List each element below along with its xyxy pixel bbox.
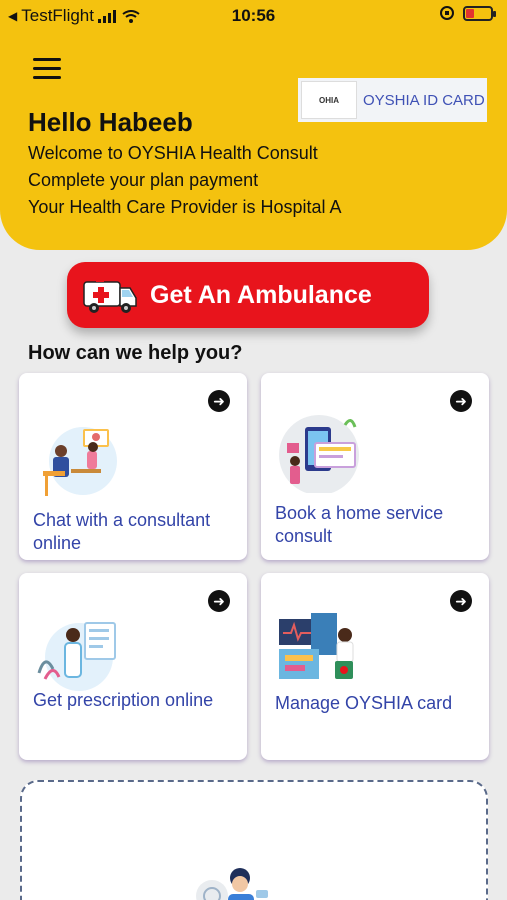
service-label: Manage OYSHIA card bbox=[275, 693, 453, 713]
service-card-manage-card[interactable]: ➜ Manage OYSHIA card bbox=[261, 573, 489, 760]
ambulance-icon bbox=[83, 277, 137, 313]
clock: 10:56 bbox=[231, 6, 276, 25]
manage-card-illustration bbox=[279, 613, 354, 679]
hamburger-menu-icon[interactable] bbox=[33, 58, 61, 80]
greeting: Hello Habeeb bbox=[28, 107, 193, 137]
service-card-home-service[interactable]: ➜ Book a home service consult bbox=[261, 373, 489, 560]
id-card-button[interactable]: OHIA OYSHIA ID CARD bbox=[298, 78, 487, 122]
promo-panel bbox=[20, 780, 488, 900]
arrow-right-icon: ➜ bbox=[208, 390, 230, 412]
orientation-lock-icon bbox=[440, 6, 454, 20]
prescription-illustration bbox=[37, 622, 116, 691]
service-label: Chat with a consultant online bbox=[33, 510, 211, 553]
help-heading: How can we help you? bbox=[28, 342, 243, 364]
welcome-text: Welcome to OYSHIA Health Consult bbox=[28, 143, 318, 163]
service-label: Get prescription online bbox=[33, 690, 214, 710]
id-card-logo: OHIA bbox=[301, 81, 357, 119]
service-card-chat-consultant[interactable]: ➜ Chat with a consultant online bbox=[19, 373, 247, 560]
status-bar: ◀ TestFlight 10:56 bbox=[0, 0, 507, 30]
battery-icon bbox=[463, 5, 496, 21]
get-ambulance-button[interactable]: Get An Ambulance bbox=[67, 262, 429, 328]
ambulance-label: Get An Ambulance bbox=[150, 280, 372, 309]
arrow-right-icon: ➜ bbox=[450, 390, 472, 412]
consultant-chat-illustration bbox=[43, 427, 117, 496]
service-label: Book a home service consult bbox=[275, 503, 444, 546]
arrow-right-icon: ➜ bbox=[208, 590, 230, 612]
home-service-illustration bbox=[279, 415, 359, 493]
service-card-prescription[interactable]: ➜ Get prescription online bbox=[19, 573, 247, 760]
id-card-label: OYSHIA ID CARD bbox=[363, 91, 485, 109]
arrow-right-icon: ➜ bbox=[450, 590, 472, 612]
provider-text: Your Health Care Provider is Hospital A bbox=[28, 197, 342, 217]
doctor-illustration bbox=[196, 868, 268, 900]
plan-notice: Complete your plan payment bbox=[28, 170, 259, 190]
